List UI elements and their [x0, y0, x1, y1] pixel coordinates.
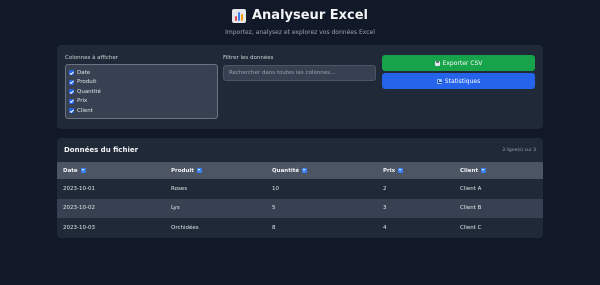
table-cell: 4 — [383, 224, 387, 231]
title-row: Analyseur Excel — [0, 8, 600, 23]
column-header-label: Produit — [171, 167, 194, 174]
sort-icon[interactable] — [398, 167, 404, 173]
app-subtitle: Importez, analysez et explorez vos donné… — [225, 29, 375, 36]
table-cell: 2023-10-03 — [63, 224, 95, 231]
column-header-label: Date — [63, 167, 78, 174]
column-option-date[interactable]: Date — [69, 68, 214, 78]
app-title: Analyseur Excel — [251, 8, 368, 23]
chart-icon — [436, 78, 442, 84]
row-count: 3 ligne(s) sur 3 — [502, 147, 536, 153]
column-header-quantite[interactable]: Quantité — [266, 162, 377, 179]
column-option-label: Client — [77, 107, 93, 114]
data-table: Date Produit Quantité Prix Client 2023-1… — [57, 162, 543, 238]
table-cell: 2 — [383, 185, 387, 192]
column-option-label: Date — [77, 69, 91, 76]
column-header-produit[interactable]: Produit — [165, 162, 266, 179]
table-cell: Lys — [171, 205, 180, 212]
table-cell: Roses — [171, 185, 188, 192]
checkbox-checked-icon[interactable] — [69, 70, 74, 76]
table-cell: 2023-10-02 — [63, 205, 95, 212]
filter-label: Filtrer les données — [223, 55, 274, 61]
data-panel: Données du fichier 3 ligne(s) sur 3 Date… — [57, 138, 543, 238]
table-cell: 3 — [383, 205, 387, 212]
column-header-prix[interactable]: Prix — [377, 162, 454, 179]
column-option-label: Prix — [77, 98, 88, 105]
sort-icon[interactable] — [481, 167, 487, 173]
controls-panel: Colonnes à afficher Date Produit Quantit… — [57, 45, 543, 129]
column-option-client[interactable]: Client — [69, 106, 214, 116]
checkbox-checked-icon[interactable] — [69, 98, 74, 104]
table-row: 2023-10-03 Orchidées 8 4 Client C — [57, 218, 543, 238]
save-icon — [434, 60, 440, 66]
column-header-client[interactable]: Client — [454, 162, 543, 179]
column-header-label: Prix — [383, 167, 396, 174]
table-cell: Client C — [460, 224, 482, 231]
data-panel-header: Données du fichier 3 ligne(s) sur 3 — [57, 138, 543, 162]
page-header: Analyseur Excel Importez, analysez et ex… — [0, 0, 600, 36]
table-cell: Client B — [460, 205, 482, 212]
export-csv-button[interactable]: Exporter CSV — [382, 55, 535, 71]
statistics-button[interactable]: Statistiques — [382, 73, 535, 89]
column-option-label: Produit — [77, 79, 97, 86]
column-option-produit[interactable]: Produit — [69, 78, 214, 88]
sort-icon[interactable] — [80, 167, 86, 173]
column-option-prix[interactable]: Prix — [69, 97, 214, 107]
filter-input[interactable] — [223, 65, 376, 81]
checkbox-checked-icon[interactable] — [69, 108, 74, 114]
checkbox-checked-icon[interactable] — [69, 89, 74, 95]
statistics-label: Statistiques — [444, 77, 481, 85]
column-option-label: Quantité — [77, 88, 101, 95]
table-row: 2023-10-01 Roses 10 2 Client A — [57, 179, 543, 199]
table-cell: 10 — [272, 185, 279, 192]
column-header-label: Quantité — [272, 167, 300, 174]
table-cell: 2023-10-01 — [63, 185, 95, 192]
table-cell: 8 — [272, 224, 276, 231]
table-row: 2023-10-02 Lys 5 3 Client B — [57, 198, 543, 218]
sort-icon[interactable] — [196, 167, 202, 173]
column-header-date[interactable]: Date — [57, 162, 165, 179]
table-cell: Orchidées — [171, 224, 199, 231]
bar-chart-icon — [231, 8, 246, 23]
table-header-row: Date Produit Quantité Prix Client — [57, 162, 543, 179]
columns-list[interactable]: Date Produit Quantité Prix Client — [65, 64, 218, 119]
column-header-label: Client — [460, 167, 479, 174]
column-option-quantite[interactable]: Quantité — [69, 87, 214, 97]
table-cell: Client A — [460, 185, 482, 192]
table-cell: 5 — [272, 205, 276, 212]
checkbox-checked-icon[interactable] — [69, 79, 74, 85]
data-panel-title: Données du fichier — [64, 146, 139, 154]
export-csv-label: Exporter CSV — [442, 59, 483, 67]
columns-label: Colonnes à afficher — [65, 55, 119, 61]
sort-icon[interactable] — [302, 167, 308, 173]
